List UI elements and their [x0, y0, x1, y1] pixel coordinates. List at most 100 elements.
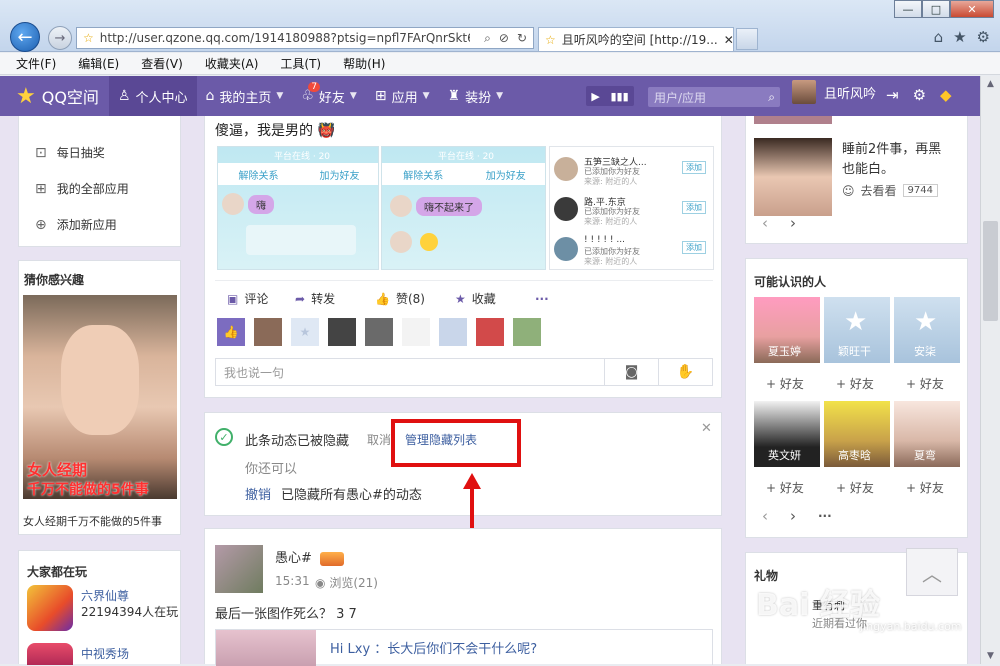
add-friend-button[interactable]: + 好友: [906, 375, 944, 392]
chevron-right-icon[interactable]: ›: [790, 507, 796, 525]
logout-icon[interactable]: ⇥: [886, 86, 899, 104]
undo-link[interactable]: 撤销: [245, 484, 271, 503]
post-author[interactable]: 愚心#: [275, 547, 345, 566]
close-button[interactable]: ✕: [950, 0, 994, 18]
avatar[interactable]: ★: [291, 318, 319, 346]
chevron-left-icon[interactable]: ‹: [762, 214, 768, 232]
nav-apps[interactable]: ⊞ 应用 ▼: [366, 76, 439, 116]
avatar[interactable]: [328, 318, 356, 346]
menu-favorites[interactable]: 收藏夹(A): [205, 55, 259, 72]
new-tab-button[interactable]: [736, 28, 758, 50]
comment-input[interactable]: 我也说一句 ◙ ✋: [215, 358, 713, 386]
favorite-button[interactable]: ★ 收藏: [455, 290, 535, 307]
game-icon[interactable]: [27, 585, 73, 631]
avatar[interactable]: [476, 318, 504, 346]
menu-edit[interactable]: 编辑(E): [78, 55, 119, 72]
chevron-left-icon[interactable]: ‹: [762, 507, 768, 525]
back-to-top-button[interactable]: ︿: [906, 548, 958, 596]
menu-item-all-apps[interactable]: ⊞ 我的全部应用: [35, 180, 129, 197]
diamond-icon[interactable]: ◆: [940, 86, 952, 104]
promo-look[interactable]: ☺ 去看看 9744: [842, 182, 938, 199]
like-icon[interactable]: 👍: [217, 318, 245, 346]
promo-text[interactable]: 睡前2件事，再黑也能白。: [842, 140, 952, 180]
cancel-hide-link[interactable]: 取消: [367, 431, 391, 448]
scroll-down-arrow[interactable]: ▼: [981, 648, 1000, 664]
search-icon[interactable]: ⌕: [484, 31, 491, 46]
chat-notice: [246, 225, 356, 255]
camera-icon[interactable]: ◙: [604, 359, 658, 385]
chevron-right-icon[interactable]: ›: [790, 214, 796, 232]
browser-tab[interactable]: ☆ 且听风吟的空间 [http://19... ✕: [538, 27, 734, 51]
game-name[interactable]: 六界仙尊: [81, 587, 129, 604]
avatar[interactable]: [513, 318, 541, 346]
menu-view[interactable]: 查看(V): [141, 55, 183, 72]
promo-image[interactable]: [754, 138, 832, 216]
interest-image[interactable]: 女人经期 千万不能做的5件事: [23, 295, 177, 499]
post-image-2[interactable]: 平台在线 · 20 解除关系 加为好友 嗨不起来了: [381, 146, 546, 270]
minimize-button[interactable]: —: [894, 0, 922, 18]
nav-dressup[interactable]: ♜ 装扮 ▼: [439, 76, 513, 116]
settings-gear-icon[interactable]: ⚙: [977, 28, 990, 46]
interest-caption[interactable]: 女人经期千万不能做的5件事: [23, 513, 162, 529]
scrollbar-thumb[interactable]: [983, 221, 998, 321]
avatar[interactable]: [792, 80, 816, 104]
chevron-down-icon: ▼: [496, 91, 504, 101]
address-bar[interactable]: ☆ http://user.qzone.qq.com/1914180988?pt…: [76, 27, 534, 49]
tab-add-friend: 加为好友: [485, 170, 526, 182]
stamp-icon[interactable]: ✋: [658, 359, 712, 385]
add-friend-button[interactable]: + 好友: [766, 479, 804, 496]
post-image-3[interactable]: 五笋三缺之人... 已添加你为好友 来源: 附近的人 添加 路.平.东京 已添加…: [549, 146, 714, 270]
avatar[interactable]: [365, 318, 393, 346]
person-card[interactable]: ★ 安柒: [894, 297, 960, 363]
avatar[interactable]: [439, 318, 467, 346]
nav-personal-center[interactable]: ♙ 个人中心: [108, 76, 197, 116]
post-image-1[interactable]: 平台在线 · 20 解除关系 加为好友 嗨: [217, 146, 379, 270]
gear-icon[interactable]: ⚙: [913, 86, 926, 104]
compat-view-icon[interactable]: ⊘: [499, 31, 509, 46]
avatar[interactable]: [254, 318, 282, 346]
menu-tools[interactable]: 工具(T): [280, 55, 321, 72]
avatar[interactable]: [402, 318, 430, 346]
add-friend-button[interactable]: + 好友: [906, 479, 944, 496]
menu-item-add-app[interactable]: ⊕ 添加新应用: [35, 216, 117, 233]
close-icon[interactable]: ✕: [701, 421, 712, 436]
add-friend-button[interactable]: + 好友: [766, 375, 804, 392]
menu-help[interactable]: 帮助(H): [343, 55, 385, 72]
like-button[interactable]: 👍 赞(8): [375, 290, 455, 307]
game-name[interactable]: 中视秀场: [81, 645, 129, 662]
back-button[interactable]: ←: [10, 22, 40, 52]
search-icon[interactable]: ⌕: [768, 90, 775, 105]
add-friend-button[interactable]: + 好友: [836, 375, 874, 392]
share-button[interactable]: ➦ 转发: [295, 290, 375, 307]
nav-friends[interactable]: ♧ 7 好友 ▼: [292, 76, 366, 116]
music-player[interactable]: ▶ ▮▮▮: [586, 86, 634, 106]
person-card[interactable]: ★ 颖旺干: [824, 297, 890, 363]
more-button[interactable]: ···: [535, 292, 575, 306]
refresh-icon[interactable]: ↻: [517, 31, 527, 46]
person-card[interactable]: 夏弯: [894, 401, 960, 467]
quote-card[interactable]: Hi Lxy ：长大后你们不会干什么呢?: [215, 629, 713, 666]
person-card[interactable]: 英文妍: [754, 401, 820, 467]
forward-button[interactable]: →: [48, 26, 72, 50]
vertical-scrollbar[interactable]: ▲ ▼: [980, 76, 1000, 664]
maximize-button[interactable]: □: [922, 0, 950, 18]
comment-button[interactable]: ▣ 评论: [215, 290, 295, 307]
favorites-icon[interactable]: ★: [953, 28, 966, 46]
nav-my-homepage[interactable]: ⌂ 我的主页 ▼: [197, 76, 293, 116]
person-card[interactable]: 高枣晗: [824, 401, 890, 467]
menu-item-lottery[interactable]: ⊡ 每日抽奖: [35, 144, 105, 161]
game-icon[interactable]: [27, 643, 73, 665]
play-icon[interactable]: ▶: [591, 90, 599, 103]
menu-file[interactable]: 文件(F): [16, 55, 56, 72]
more-icon[interactable]: ···: [818, 509, 832, 523]
tab-close-icon[interactable]: ✕: [724, 33, 733, 47]
user-menu[interactable]: 且听风吟: [792, 80, 876, 104]
manage-hidden-list-link[interactable]: 管理隐藏列表: [405, 431, 477, 448]
add-friend-button[interactable]: + 好友: [836, 479, 874, 496]
avatar[interactable]: [215, 545, 263, 593]
qzone-search-input[interactable]: 用户/应用 ⌕: [648, 87, 780, 107]
scroll-up-arrow[interactable]: ▲: [981, 76, 1000, 92]
qzone-logo[interactable]: ★ QQ空间: [0, 84, 109, 109]
home-icon[interactable]: ⌂: [934, 28, 944, 46]
person-card[interactable]: 夏玉婷: [754, 297, 820, 363]
